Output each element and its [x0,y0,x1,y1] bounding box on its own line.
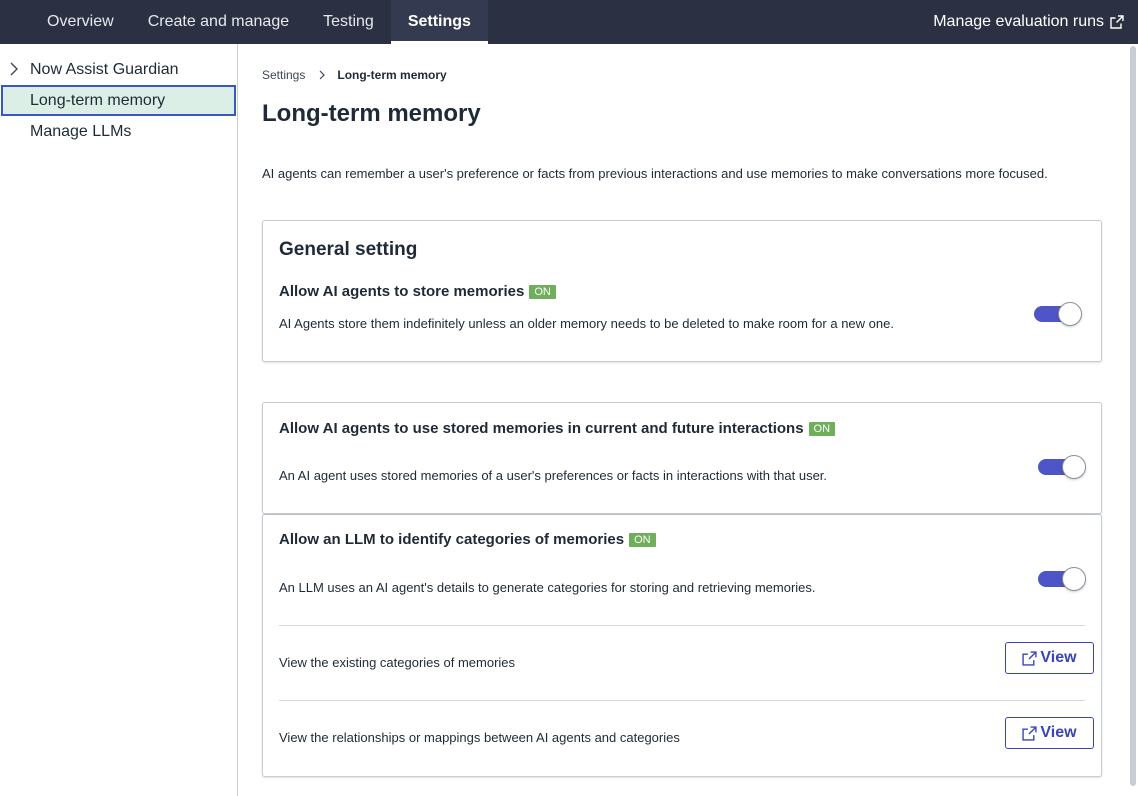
page-intro: AI agents can remember a user's preferen… [262,166,1048,181]
manage-evaluation-runs-label: Manage evaluation runs [933,13,1104,30]
categories-title: Allow an LLM to identify categories of m… [279,531,656,548]
use-memories-card: Allow AI agents to use stored memories i… [262,402,1102,514]
sidebar-item-label: Now Assist Guardian [30,60,179,78]
agent-category-mappings-text: View the relationships or mappings betwe… [279,730,680,745]
tab-settings[interactable]: Settings [390,0,488,44]
sidebar-item-label: Manage LLMs [30,122,132,140]
use-memories-description: An AI agent uses stored memories of a us… [279,468,828,483]
chevron-right-icon [319,70,326,80]
status-badge: ON [529,284,556,299]
divider [279,700,1085,701]
store-memories-toggle[interactable] [1034,302,1082,326]
general-setting-card: General setting Allow AI agents to store… [262,220,1102,362]
categories-description: An LLM uses an AI agent's details to gen… [279,580,816,595]
sidebar-item-manage-llms[interactable]: Manage LLMs [0,116,237,147]
use-memories-label: Allow AI agents to use stored memories i… [279,420,804,437]
top-navigation: Overview Create and manage Testing Setti… [0,0,1138,44]
view-categories-button[interactable]: View [1005,642,1094,674]
sidebar-item-now-assist-guardian[interactable]: Now Assist Guardian [0,54,237,85]
divider [279,625,1085,626]
toggle-knob [1062,567,1086,591]
manage-evaluation-runs-link[interactable]: Manage evaluation runs [933,0,1138,44]
breadcrumb: Settings Long-term memory [262,68,447,82]
store-memories-title: Allow AI agents to store memories ON [279,283,556,300]
categories-card: Allow an LLM to identify categories of m… [262,514,1102,777]
status-badge: ON [808,421,836,436]
view-button-label: View [1040,724,1077,741]
store-memories-description: AI Agents store them indefinitely unless… [279,316,894,331]
general-setting-heading: General setting [279,239,418,260]
external-link-icon [1022,725,1038,741]
main-content: Settings Long-term memory Long-term memo… [238,44,1138,796]
vertical-scrollbar[interactable] [1130,46,1136,786]
toggle-knob [1062,455,1086,479]
store-memories-label: Allow AI agents to store memories [279,283,525,300]
external-link-icon [1022,650,1038,666]
sidebar-item-label: Long-term memory [30,91,166,109]
page-title: Long-term memory [262,100,481,127]
view-button-label: View [1040,649,1077,666]
breadcrumb-settings-link[interactable]: Settings [262,68,305,82]
categories-label: Allow an LLM to identify categories of m… [279,531,625,548]
chevron-right-icon[interactable] [9,62,19,76]
use-memories-toggle[interactable] [1038,455,1086,479]
breadcrumb-current: Long-term memory [337,68,447,82]
external-link-icon [1110,15,1124,29]
tab-overview[interactable]: Overview [30,0,131,44]
tab-create-and-manage[interactable]: Create and manage [131,0,306,44]
categories-toggle[interactable] [1038,567,1086,591]
nav-tabs: Overview Create and manage Testing Setti… [0,0,488,44]
view-mappings-button[interactable]: View [1005,717,1094,749]
use-memories-title: Allow AI agents to use stored memories i… [279,420,836,437]
existing-categories-text: View the existing categories of memories [279,655,516,670]
sidebar: Now Assist Guardian Long-term memory Man… [0,44,238,796]
tab-testing[interactable]: Testing [306,0,391,44]
status-badge: ON [629,532,656,547]
toggle-knob [1058,302,1082,326]
sidebar-item-long-term-memory[interactable]: Long-term memory [1,85,236,116]
